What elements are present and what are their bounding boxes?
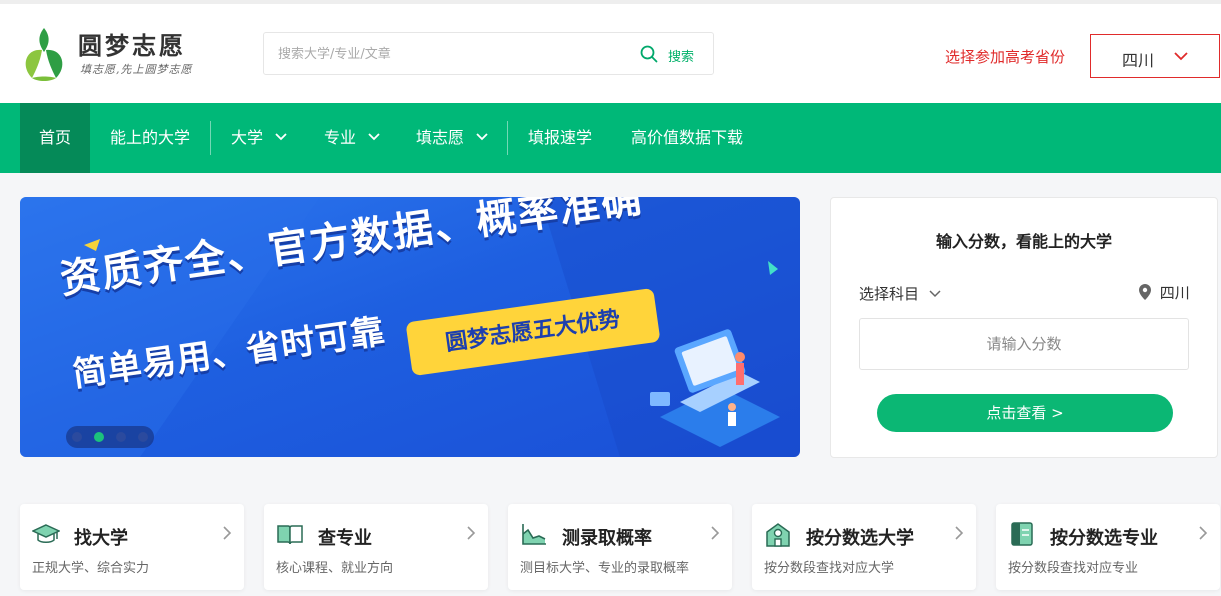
province-value: 四川 [1122, 51, 1155, 70]
feature-admission-probability[interactable]: 测录取概率 测目标大学、专业的录取概率 [508, 504, 732, 590]
main-nav: 首页 能上的大学 大学 专业 填志愿 填报速学 高价值数据下载 [0, 103, 1221, 173]
feature-title: 按分数选专业 [1050, 528, 1158, 549]
nav-divider [210, 121, 211, 155]
feature-title: 测录取概率 [562, 528, 652, 549]
province-select[interactable]: 四川 [1090, 34, 1220, 78]
nav-item-fill-application[interactable]: 填志愿 [416, 103, 489, 173]
feature-title: 找大学 [74, 528, 128, 549]
logo-slogan: 填志愿,先上圆梦志愿 [80, 63, 193, 76]
carousel-dot[interactable] [72, 432, 82, 442]
nav-item-label: 能上的大学 [110, 128, 191, 147]
feature-desc: 按分数段查找对应大学 [764, 561, 895, 576]
header: 圆梦志愿 填志愿,先上圆梦志愿 搜索 选择参加高考省份 四川 [0, 4, 1221, 103]
feature-major-by-score[interactable]: 按分数选专业 按分数段查找对应专业 [996, 504, 1220, 590]
nav-item-quick-learn[interactable]: 填报速学 [528, 103, 592, 173]
carousel-dot[interactable] [116, 432, 126, 442]
graduation-cap-icon [32, 524, 60, 543]
nav-item-major[interactable]: 专业 [324, 103, 381, 173]
chart-icon [522, 524, 546, 545]
feature-university-by-score[interactable]: 按分数选大学 按分数段查找对应大学 [752, 504, 976, 590]
nav-item-label: 大学 [231, 128, 264, 147]
chevron-right-icon [223, 526, 232, 540]
nav-item-label: 高价值数据下载 [631, 128, 744, 147]
nav-item-label: 填报速学 [528, 128, 593, 147]
promo-banner[interactable]: 资质齐全、官方数据、概率准确 圆梦志愿五大优势 简单易用、省时可靠 [20, 197, 800, 457]
feature-title: 查专业 [318, 528, 372, 549]
chevron-right-icon [711, 526, 720, 540]
score-card-title: 输入分数，看能上的大学 [935, 232, 1112, 251]
view-results-button[interactable]: 点击查看 > [877, 394, 1173, 432]
search-button[interactable]: 搜索 [668, 46, 694, 65]
feature-desc: 测目标大学、专业的录取概率 [520, 561, 690, 576]
nav-item-data-download[interactable]: 高价值数据下载 [631, 103, 743, 173]
score-input[interactable] [859, 318, 1189, 370]
subject-select[interactable]: 选择科目 [859, 283, 942, 304]
feature-check-major[interactable]: 查专业 核心课程、就业方向 [264, 504, 488, 590]
feature-desc: 正规大学、综合实力 [32, 561, 150, 576]
nav-item-reachable-universities[interactable]: 能上的大学 [110, 103, 190, 173]
carousel-indicators [66, 426, 154, 448]
book-icon [277, 525, 303, 545]
search-box: 搜索 [263, 32, 714, 75]
chevron-down-icon [368, 133, 380, 141]
feature-desc: 核心课程、就业方向 [276, 561, 394, 576]
chevron-right-icon [1199, 526, 1208, 540]
chevron-right-icon [467, 526, 476, 540]
score-query-card: 输入分数，看能上的大学 选择科目 四川 点击查看 > [830, 197, 1218, 458]
carousel-dot-active[interactable] [94, 432, 104, 442]
school-building-icon [766, 523, 790, 547]
chevron-right-icon [955, 526, 964, 540]
chevron-down-icon [275, 133, 287, 141]
nav-item-university[interactable]: 大学 [231, 103, 288, 173]
location-pin-icon [1139, 284, 1151, 300]
chevron-down-icon [1174, 52, 1188, 61]
chevron-down-icon [476, 133, 488, 141]
nav-item-label: 填志愿 [416, 128, 465, 147]
feature-desc: 按分数段查找对应专业 [1008, 561, 1139, 576]
search-icon[interactable] [640, 45, 658, 63]
nav-item-label: 首页 [38, 128, 71, 147]
province-label: 选择参加高考省份 [945, 48, 1066, 66]
nav-item-label: 专业 [324, 128, 357, 147]
feature-find-university[interactable]: 找大学 正规大学、综合实力 [20, 504, 244, 590]
carousel-dot[interactable] [138, 432, 148, 442]
feature-title: 按分数选大学 [806, 528, 914, 549]
notebook-icon [1011, 522, 1033, 546]
search-input[interactable] [278, 45, 618, 63]
subject-select-label: 选择科目 [859, 285, 920, 303]
nav-divider [507, 121, 508, 155]
chevron-down-icon [929, 289, 941, 297]
nav-item-home[interactable]: 首页 [20, 103, 90, 173]
logo-leaf-icon [25, 28, 63, 81]
location-value: 四川 [1159, 284, 1190, 302]
logo-title: 圆梦志愿 [78, 32, 186, 60]
logo[interactable]: 圆梦志愿 填志愿,先上圆梦志愿 [22, 26, 222, 88]
location-indicator[interactable]: 四川 [1139, 282, 1190, 303]
